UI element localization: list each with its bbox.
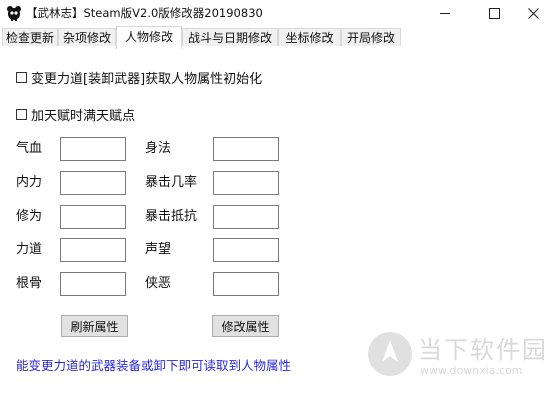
talent-full-label: 加天赋时满天赋点 — [31, 109, 136, 124]
morality-label: 侠恶 — [145, 276, 172, 291]
hp-label: 气血 — [16, 141, 43, 156]
crit-resist-input[interactable] — [213, 205, 279, 229]
crit-resist-label: 暴击抵抗 — [145, 209, 198, 224]
close-button[interactable] — [513, 0, 553, 26]
window-title: 【武林志】Steam版V2.0版修改器20190830 — [26, 6, 263, 20]
equip-init-checkbox-row[interactable]: 变更力道[装卸武器]获取人物属性初始化 — [16, 68, 262, 87]
hp-input[interactable] — [60, 137, 126, 161]
agility-label: 身法 — [145, 141, 172, 156]
constitution-label: 根骨 — [16, 276, 43, 291]
agility-input[interactable] — [213, 137, 279, 161]
refresh-attributes-button[interactable]: 刷新属性 — [61, 315, 128, 337]
watermark: 当下软件园 www.downxia.com — [368, 330, 548, 386]
crit-rate-input[interactable] — [213, 171, 279, 195]
strength-input[interactable] — [60, 238, 126, 262]
equip-init-checkbox[interactable] — [16, 72, 27, 83]
title-bar: 【武林志】Steam版V2.0版修改器20190830 — [0, 0, 553, 26]
tab-coordinates[interactable]: 坐标修改 — [278, 28, 341, 46]
cultivation-label: 修为 — [16, 209, 43, 224]
crit-rate-label: 暴击几率 — [145, 175, 198, 190]
minimize-button[interactable] — [425, 0, 465, 26]
talent-full-checkbox[interactable] — [16, 109, 27, 120]
talent-full-checkbox-row[interactable]: 加天赋时满天赋点 — [16, 105, 135, 124]
cultivation-input[interactable] — [60, 205, 126, 229]
panda-app-icon — [7, 6, 21, 21]
watermark-brand: 当下软件园 — [418, 336, 548, 364]
maximize-button[interactable] — [474, 0, 514, 26]
reputation-label: 声望 — [145, 242, 172, 257]
mp-input[interactable] — [60, 171, 126, 195]
tab-opening[interactable]: 开局修改 — [341, 28, 401, 46]
mp-label: 内力 — [16, 175, 43, 190]
minimize-icon — [440, 12, 450, 14]
strength-label: 力道 — [16, 242, 43, 257]
downxia-logo-icon — [368, 332, 412, 376]
watermark-url: www.downxia.com — [420, 364, 523, 377]
maximize-icon — [488, 7, 500, 19]
constitution-input[interactable] — [60, 272, 126, 296]
modify-attributes-button[interactable]: 修改属性 — [212, 315, 279, 337]
tab-misc[interactable]: 杂项修改 — [58, 28, 116, 46]
hint-text: 能变更力道的武器装备或卸下即可读取到人物属性 — [16, 358, 292, 373]
reputation-input[interactable] — [213, 238, 279, 262]
tab-strip: 检查更新 杂项修改 人物修改 战斗与日期修改 坐标修改 开局修改 — [0, 26, 553, 49]
morality-input[interactable] — [213, 272, 279, 296]
tab-character[interactable]: 人物修改 — [116, 26, 182, 49]
close-icon — [527, 7, 539, 19]
tab-battle-date[interactable]: 战斗与日期修改 — [182, 28, 278, 46]
equip-init-label: 变更力道[装卸武器]获取人物属性初始化 — [31, 72, 263, 87]
tab-check-update[interactable]: 检查更新 — [2, 28, 58, 46]
